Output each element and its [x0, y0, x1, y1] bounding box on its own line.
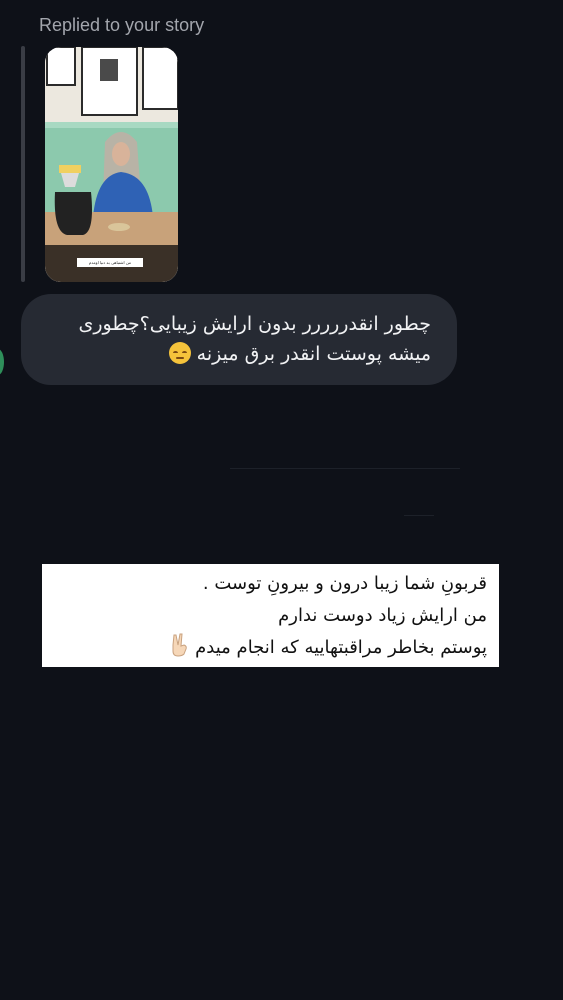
- divider: [404, 515, 434, 516]
- relieved-face-icon: [168, 342, 191, 364]
- replied-to-story-label: Replied to your story: [39, 15, 205, 35]
- story-thumbnail[interactable]: من اشتباهی به دنیا اومدم: [45, 47, 178, 282]
- received-message-bubble[interactable]: چطور انقدررررر بدون ارایش زیبایی؟چطوری م…: [21, 294, 457, 385]
- sender-avatar-edge: [0, 349, 4, 375]
- victory-hand-icon: [172, 633, 188, 657]
- reply-text: قربونِ شما زیبا درون و بیرونِ توست . من …: [47, 568, 487, 664]
- received-message-text: چطور انقدررررر بدون ارایش زیبایی؟چطوری م…: [31, 309, 431, 369]
- reply-line: قربونِ شما زیبا درون و بیرونِ توست .: [202, 573, 487, 594]
- reply-text-card: قربونِ شما زیبا درون و بیرونِ توست . من …: [42, 564, 499, 667]
- reply-indicator-bar: [21, 46, 25, 282]
- dm-thread-screen: Replied to your story من اشتباهی به دنیا…: [0, 0, 563, 1000]
- received-message-line: چطور انقدررررر بدون ارایش زیبایی؟چطوری: [78, 313, 431, 335]
- reply-line-3: پوستم بخاطر مراقبتهاییه که انجام میدم: [47, 632, 487, 664]
- divider: [230, 468, 460, 469]
- story-photo: [45, 47, 178, 282]
- story-caption: من اشتباهی به دنیا اومدم: [77, 258, 143, 267]
- reply-line: پوستم بخاطر مراقبتهاییه که انجام میدم: [195, 637, 487, 658]
- received-message-line: میشه پوستت انقدر برق میزنه: [196, 343, 431, 365]
- received-message-line-2: میشه پوستت انقدر برق میزنه: [31, 339, 431, 369]
- reply-line: من ارایش زیاد دوست ندارم: [278, 605, 487, 626]
